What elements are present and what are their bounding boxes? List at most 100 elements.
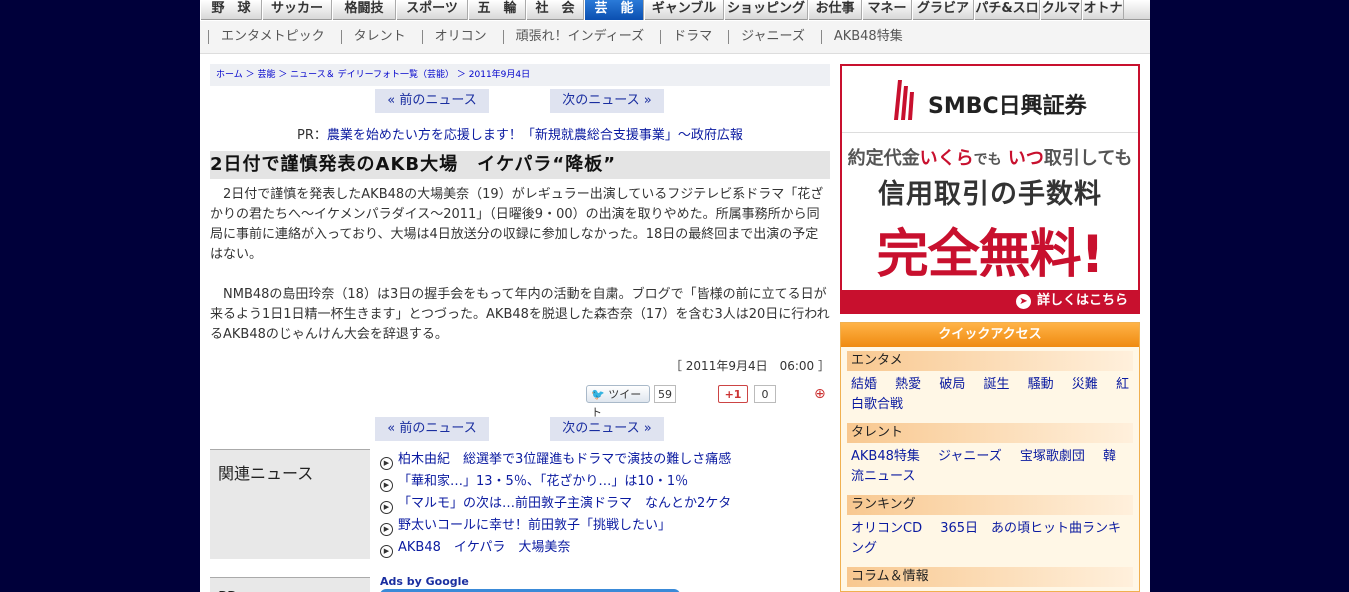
play-arrow-icon: ▶ bbox=[380, 479, 393, 492]
share-icon[interactable]: ⊕ bbox=[814, 385, 830, 403]
top-nav-item-7[interactable]: ギャンブル bbox=[644, 0, 724, 20]
related-news-link[interactable]: 野太いコールに幸せ！前田敦子「挑戦したい」 bbox=[398, 518, 671, 533]
next-news-button[interactable]: 次のニュース » bbox=[550, 89, 664, 113]
gplus-count: 0 bbox=[754, 385, 776, 403]
banner-line-3: 完全無料! bbox=[876, 225, 1105, 285]
related-news-link[interactable]: 柏木由紀 総選挙で3位躍進もドラマで演技の難しさ痛感 bbox=[398, 452, 731, 467]
banner-line-2: 信用取引の手数料 bbox=[878, 179, 1102, 210]
top-nav-item-14[interactable]: オトナ bbox=[1082, 0, 1124, 20]
sub-nav-item-3[interactable]: 頑張れ！インディーズ bbox=[502, 30, 660, 44]
top-nav-item-1[interactable]: サッカー bbox=[262, 0, 332, 20]
sub-navigation: エンタメトピック タレント オリコン 頑張れ！インディーズ ドラマ ジャニーズ AKB48特… bbox=[200, 21, 1150, 54]
breadcrumb-text[interactable]: ホーム ＞ 芸能 ＞ ニュース＆ デイリーフォト一覧（芸能） ＞ 2011年9月… bbox=[216, 70, 530, 80]
ads-by-google-label[interactable]: Ads by Google bbox=[380, 575, 469, 588]
related-news-item[interactable]: ▶ 柏木由紀 総選挙で3位躍進もドラマで演技の難しさ痛感 bbox=[380, 449, 830, 471]
banner-cta-label: 詳しくはこちら bbox=[1036, 293, 1128, 308]
related-news-list: ▶ 柏木由紀 総選挙で3位躍進もドラマで演技の難しさ痛感 ▶ 「華和家…」13・5％、… bbox=[380, 449, 830, 559]
article-paragraph-2: NMB48の島田玲奈（18）は3日の握手会をもって年内の活動を自粛。ブログで「皆… bbox=[210, 287, 830, 342]
top-nav-item-2[interactable]: 格闘技 bbox=[332, 0, 396, 20]
top-nav-item-10[interactable]: マネー bbox=[862, 0, 912, 20]
related-news-item[interactable]: ▶ 「マルモ」の次は…前田敦子主演ドラマ なんとか2ケタ bbox=[380, 493, 830, 515]
quick-access-title: クイックアクセス bbox=[841, 323, 1139, 347]
top-nav-item-12[interactable]: パチ&スロ bbox=[974, 0, 1040, 20]
pager-bottom: « 前のニュース 次のニュース » bbox=[210, 417, 830, 441]
article-paragraph-1: 2日付で謹慎を発表したAKB48の大場美奈（19）がレギュラー出演しているフジテ… bbox=[210, 187, 824, 262]
next-news-button-bottom[interactable]: 次のニュース » bbox=[550, 417, 664, 441]
sub-nav-item-5[interactable]: ジャニーズ bbox=[728, 30, 821, 44]
gplus-label: +1 bbox=[724, 388, 742, 401]
quick-link[interactable]: 熱愛 bbox=[895, 377, 921, 392]
quick-link[interactable]: 誕生 bbox=[983, 377, 1009, 392]
quick-link[interactable]: ジャニーズ bbox=[938, 449, 1002, 464]
tweet-button[interactable]: 🐦 ツイート bbox=[586, 385, 650, 419]
twitter-bird-icon: 🐦 bbox=[591, 388, 605, 401]
play-arrow-icon: ▶ bbox=[380, 523, 393, 536]
pager-top: « 前のニュース 次のニュース » bbox=[210, 89, 830, 113]
page-wrapper: 野 球サッカー 格闘技 スポーツ五 輪社 会芸 能ギャンブル ショッピング お仕事 マネー… bbox=[200, 0, 1150, 592]
related-news-item[interactable]: ▶ 野太いコールに幸せ！前田敦子「挑戦したい」 bbox=[380, 515, 830, 537]
side-column: SMBC日興証券 約定代金いくらでも いつ取引しても 信用取引の手数料 完全無料… bbox=[840, 64, 1140, 592]
quick-section-head: コラム＆情報 bbox=[847, 567, 1133, 587]
smbc-logo-icon bbox=[894, 80, 914, 120]
banner-divider bbox=[842, 132, 1138, 133]
social-bar: 🐦 ツイート 59 +1 0 ⊕ bbox=[210, 381, 830, 419]
quick-section: ランキング オリコンCD 365日 あの頃ヒット曲ランキング bbox=[841, 491, 1139, 563]
top-nav-item-8[interactable]: ショッピング bbox=[724, 0, 808, 20]
related-news-link[interactable]: 「華和家…」13・5％、「花ざかり…」は10・1％ bbox=[398, 474, 688, 489]
quick-section-head: ランキング bbox=[847, 495, 1133, 515]
related-news-item[interactable]: ▶ AKB48 イケパラ 大場美奈 bbox=[380, 537, 830, 559]
sub-nav-item-4[interactable]: ドラマ bbox=[660, 30, 728, 44]
quick-section-head: エンタメ bbox=[847, 351, 1133, 371]
article-dateline: ［ 2011年9月4日 06:00 ］ bbox=[669, 359, 830, 373]
top-nav-item-6[interactable]: 芸 能 bbox=[584, 0, 644, 20]
related-news-item[interactable]: ▶ 「華和家…」13・5％、「花ざかり…」は10・1％ bbox=[380, 471, 830, 493]
smbc-banner-ad[interactable]: SMBC日興証券 約定代金いくらでも いつ取引しても 信用取引の手数料 完全無料… bbox=[840, 64, 1140, 314]
top-nav-item-9[interactable]: お仕事 bbox=[808, 0, 862, 20]
pr-link[interactable]: 農業を始めたい方を応援します！「新規就農総合支援事業」～政府広報 bbox=[327, 128, 743, 143]
banner-cta[interactable]: ➤ 詳しくはこちら bbox=[842, 290, 1138, 312]
quick-section-links: AKB48特集 ジャニーズ 宝塚歌劇団 韓流ニュース bbox=[847, 443, 1133, 487]
top-nav-item-0[interactable]: 野 球 bbox=[200, 0, 262, 20]
quick-section-head: タレント bbox=[847, 423, 1133, 443]
quick-link[interactable]: 結婚 bbox=[851, 377, 877, 392]
related-news-label: 関連ニュース bbox=[210, 449, 370, 559]
prev-news-button[interactable]: « 前のニュース bbox=[375, 89, 489, 113]
prev-news-button-bottom[interactable]: « 前のニュース bbox=[375, 417, 489, 441]
top-navigation: 野 球サッカー 格闘技 スポーツ五 輪社 会芸 能ギャンブル ショッピング お仕事 マネー… bbox=[200, 0, 1150, 20]
sub-nav-item-6[interactable]: AKB48特集 bbox=[820, 30, 919, 44]
sub-nav-item-0[interactable]: エンタメトピック bbox=[208, 30, 341, 44]
quick-link[interactable]: AKB48特集 bbox=[851, 449, 920, 464]
article-headline: 2日付で謹慎発表のAKB大場 イケパラ“降板” bbox=[210, 151, 830, 179]
pr-line: PR：農業を始めたい方を応援します！「新規就農総合支援事業」～政府広報 bbox=[210, 124, 830, 143]
play-arrow-icon: ▶ bbox=[380, 501, 393, 514]
quick-section: コラム＆情報 bbox=[841, 563, 1139, 591]
quick-link[interactable]: 災難 bbox=[1072, 377, 1098, 392]
related-news-link[interactable]: 「マルモ」の次は…前田敦子主演ドラマ なんとか2ケタ bbox=[398, 496, 731, 511]
quick-link[interactable]: オリコンCD bbox=[851, 521, 922, 536]
top-nav-item-3[interactable]: スポーツ bbox=[396, 0, 468, 20]
quick-section: エンタメ 結婚 熱愛 破局 誕生 騒動 災難 紅白歌合戦 bbox=[841, 347, 1139, 419]
top-nav-item-4[interactable]: 五 輪 bbox=[468, 0, 526, 20]
quick-section-links: オリコンCD 365日 あの頃ヒット曲ランキング bbox=[847, 515, 1133, 559]
google-plus-button[interactable]: +1 bbox=[718, 385, 748, 403]
quick-access: クイックアクセス エンタメ 結婚 熱愛 破局 誕生 騒動 災難 紅白歌合戦 タレン… bbox=[840, 322, 1140, 592]
related-news-link[interactable]: AKB48 イケパラ 大場美奈 bbox=[398, 540, 570, 555]
quick-link[interactable]: 破局 bbox=[939, 377, 965, 392]
sub-nav-item-1[interactable]: タレント bbox=[340, 30, 422, 44]
banner-line-1: 約定代金いくらでも いつ取引しても bbox=[847, 148, 1133, 169]
pr-box-label: PR bbox=[210, 577, 370, 592]
banner-logo-text: SMBC日興証券 bbox=[928, 94, 1087, 119]
breadcrumb[interactable]: ホーム ＞ 芸能 ＞ ニュース＆ デイリーフォト一覧（芸能） ＞ 2011年9月… bbox=[210, 64, 830, 86]
tweet-count: 59 bbox=[654, 385, 676, 403]
quick-link[interactable]: 騒動 bbox=[1028, 377, 1054, 392]
quick-section-links: 結婚 熱愛 破局 誕生 騒動 災難 紅白歌合戦 bbox=[847, 371, 1133, 415]
top-nav-item-11[interactable]: グラビア bbox=[912, 0, 974, 20]
play-arrow-icon: ▶ bbox=[380, 545, 393, 558]
sub-nav-item-2[interactable]: オリコン bbox=[421, 30, 503, 44]
related-news: 関連ニュース ▶ 柏木由紀 総選挙で3位躍進もドラマで演技の難しさ痛感 ▶ 「華和家…… bbox=[210, 449, 830, 592]
pr-prefix: PR： bbox=[297, 128, 327, 143]
main-column: ホーム ＞ 芸能 ＞ ニュース＆ デイリーフォト一覧（芸能） ＞ 2011年9月… bbox=[210, 64, 830, 592]
top-nav-item-5[interactable]: 社 会 bbox=[526, 0, 584, 20]
top-nav-item-13[interactable]: クルマ bbox=[1040, 0, 1082, 20]
quick-link[interactable]: 宝塚歌劇団 bbox=[1020, 449, 1085, 464]
